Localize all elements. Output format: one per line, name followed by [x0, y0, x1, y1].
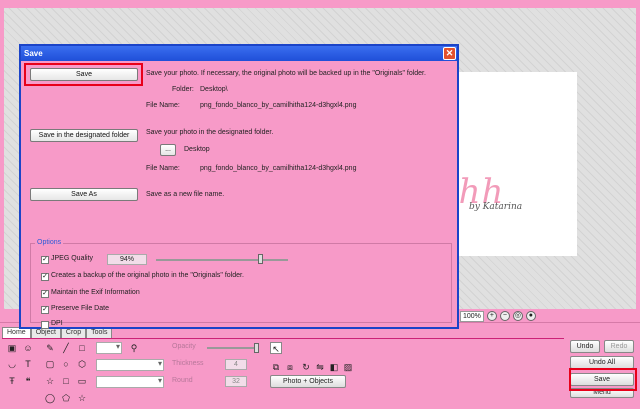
pointer-icon[interactable]: ↖: [270, 342, 282, 354]
preserve-date-label: Preserve File Date: [51, 305, 109, 312]
opacity-label: Opacity: [172, 343, 196, 350]
save-as-description: Save as a new file name.: [146, 191, 225, 198]
zoom-in-icon[interactable]: +: [486, 311, 497, 321]
save-designated-folder-button[interactable]: Save in the designated folder: [30, 129, 138, 142]
hexagon-icon[interactable]: ⬡: [76, 358, 88, 370]
jpeg-quality-slider[interactable]: [156, 259, 288, 261]
dialog-title: Save: [24, 49, 43, 58]
square-icon[interactable]: □: [60, 375, 72, 387]
zoom-out-icon[interactable]: −: [499, 311, 510, 321]
photo-byline: by Katarina: [469, 202, 523, 212]
zoom-bar: 100% + − ◎ ●: [460, 310, 536, 322]
round-label: Round: [172, 377, 193, 384]
shadow-icon[interactable]: ◧: [328, 361, 340, 373]
zoom-actual-icon[interactable]: ●: [525, 311, 536, 321]
clipart-icon[interactable]: ☺: [22, 342, 34, 354]
top-strip: [0, 0, 640, 8]
color-select[interactable]: [96, 342, 122, 354]
draw-icon[interactable]: ✎: [44, 342, 56, 354]
star-outline-icon[interactable]: ☆: [76, 392, 88, 404]
exif-checkbox[interactable]: ✓: [41, 290, 49, 298]
size-select[interactable]: [96, 376, 164, 388]
undo-button[interactable]: Undo: [570, 340, 600, 353]
image-icon[interactable]: ▣: [6, 342, 18, 354]
jpeg-quality-knob[interactable]: [257, 254, 263, 264]
thickness-label: Thickness: [172, 360, 204, 367]
rectangle-icon[interactable]: □: [76, 342, 88, 354]
save-folder-label: Folder:: [172, 86, 194, 93]
box-icon[interactable]: ▭: [76, 375, 88, 387]
opacity-knob[interactable]: [254, 343, 259, 353]
round-field[interactable]: 32: [225, 376, 247, 387]
zoom-fit-icon[interactable]: ◎: [512, 311, 523, 321]
options-group: Options ✓ JPEG Quality 94% ✓ Creates a b…: [30, 239, 452, 329]
browse-folder-button[interactable]: ...: [160, 144, 176, 156]
group-icon[interactable]: ⧈: [284, 361, 296, 373]
text-icon[interactable]: T: [22, 358, 34, 370]
designated-filename-label: File Name:: [146, 165, 180, 172]
speech-bubble-icon[interactable]: ◡: [6, 358, 18, 370]
circle-icon[interactable]: ○: [60, 358, 72, 370]
rotate-icon[interactable]: ↻: [300, 361, 312, 373]
save-description: Save your photo. If necessary, the origi…: [146, 70, 426, 77]
border-icon[interactable]: ▨: [342, 361, 354, 373]
bottom-panel: Home Object Crop Tools ▣ ☺ ◡ T Ŧ ❝ ✎ ╱ □…: [0, 322, 640, 409]
tools-panel: ▣ ☺ ◡ T Ŧ ❝ ✎ ╱ □ ▢ ○ ⬡ ☆ □ ▭ ◯ ⬠ ☆ ⚲ Op…: [2, 338, 564, 409]
save-folder-value: Desktop\: [200, 86, 228, 93]
text-bold-icon[interactable]: Ŧ: [6, 375, 18, 387]
save-dialog: Save ✕ Save Save your photo. If necessar…: [19, 44, 459, 329]
flip-icon[interactable]: ⇋: [314, 361, 326, 373]
redo-button[interactable]: Redo: [604, 340, 634, 353]
save-filename-value: png_fondo_blanco_by_camilhitha124-d3hgxl…: [200, 102, 357, 109]
preserve-date-checkbox[interactable]: ✓: [41, 306, 49, 314]
rounded-rect-icon[interactable]: ▢: [44, 358, 56, 370]
ellipse-icon[interactable]: ◯: [44, 392, 56, 404]
photo-objects-button[interactable]: Photo + Objects: [270, 375, 346, 388]
align-icon[interactable]: ⧉: [270, 361, 282, 373]
dialog-titlebar: Save ✕: [21, 46, 457, 61]
jpeg-quality-value[interactable]: 94%: [107, 254, 147, 265]
jpeg-quality-checkbox[interactable]: ✓: [41, 256, 49, 264]
zoom-value[interactable]: 100%: [460, 310, 484, 322]
close-icon[interactable]: ✕: [443, 47, 456, 60]
backup-label: Creates a backup of the original photo i…: [51, 272, 244, 279]
pentagon-icon[interactable]: ⬠: [60, 392, 72, 404]
opacity-slider[interactable]: [207, 347, 259, 349]
font-select[interactable]: [96, 359, 164, 371]
designated-filename-value: png_fondo_blanco_by_camilhitha124-d3hgxl…: [200, 165, 357, 172]
save-filename-label: File Name:: [146, 102, 180, 109]
thickness-field[interactable]: 4: [225, 359, 247, 370]
jpeg-quality-label: JPEG Quality: [51, 255, 94, 262]
dpi-label: DPI: [51, 320, 63, 327]
backup-checkbox[interactable]: ✓: [41, 273, 49, 281]
eyedropper-icon[interactable]: ⚲: [128, 342, 140, 354]
quote-icon[interactable]: ❝: [22, 375, 34, 387]
exif-label: Maintain the Exif Information: [51, 289, 140, 296]
star-icon[interactable]: ☆: [44, 375, 56, 387]
options-title: Options: [35, 239, 64, 246]
highlight-save-button: [24, 63, 143, 86]
line-icon[interactable]: ╱: [60, 342, 72, 354]
designated-folder-value: Desktop: [184, 146, 210, 153]
dialog-body: Save Save your photo. If necessary, the …: [21, 61, 457, 329]
dpi-checkbox[interactable]: [41, 321, 49, 329]
save-as-button[interactable]: Save As: [30, 188, 138, 201]
save-designated-description: Save your photo in the designated folder…: [146, 129, 274, 136]
highlight-save-main: [569, 368, 637, 391]
